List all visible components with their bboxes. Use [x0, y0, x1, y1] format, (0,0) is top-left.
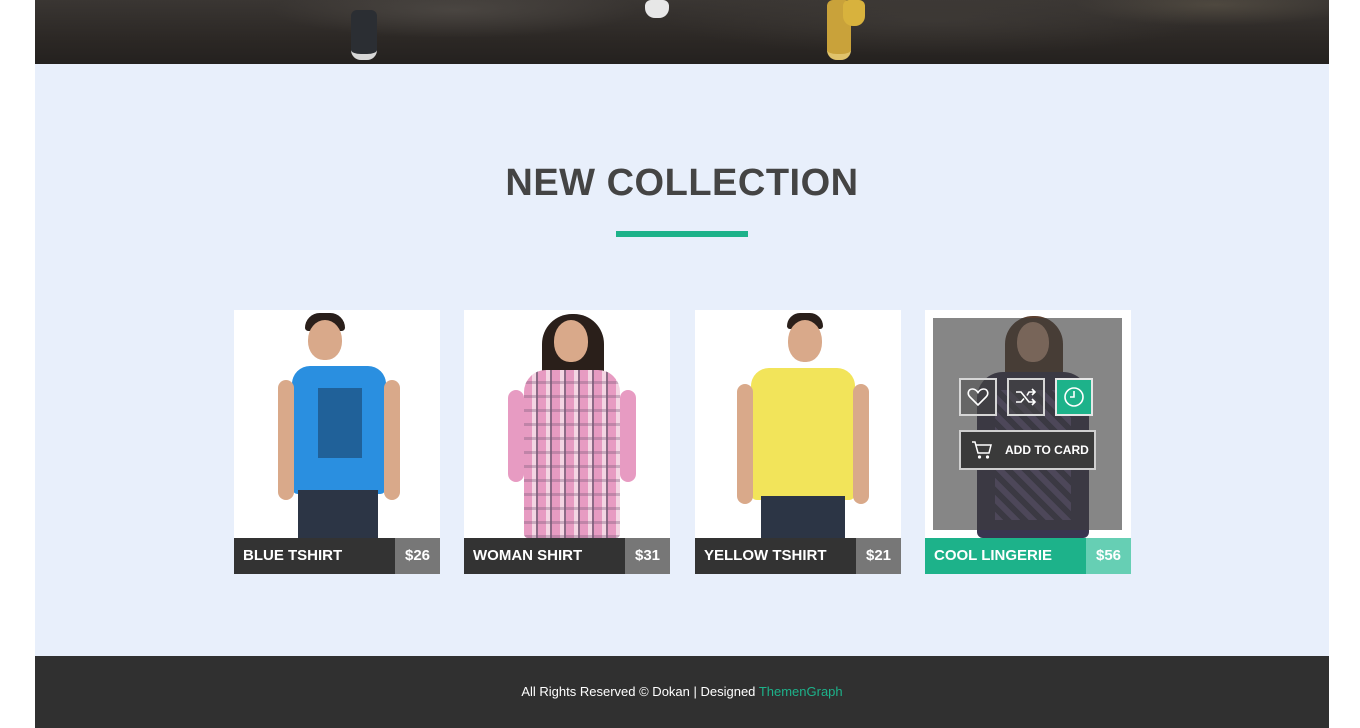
product-card[interactable]: WOMAN SHIRT $31	[464, 310, 670, 574]
cart-icon	[972, 441, 992, 459]
product-image[interactable]	[234, 310, 440, 538]
product-image[interactable]: ADD TO CARD	[925, 310, 1131, 538]
copyright-text: All Rights Reserved © Dokan | Designed T…	[35, 683, 1329, 701]
sneaker-image	[645, 0, 669, 18]
clock-icon	[1064, 387, 1084, 407]
add-to-cart-button[interactable]: ADD TO CARD	[959, 430, 1096, 470]
sneaker-image	[351, 10, 377, 60]
copyright-label: All Rights Reserved © Dokan | Designed	[521, 684, 756, 699]
product-name[interactable]: BLUE TSHIRT	[234, 538, 395, 574]
product-price: $26	[395, 538, 440, 574]
product-price: $31	[625, 538, 670, 574]
shuffle-icon	[1016, 388, 1037, 406]
section-title: NEW COLLECTION	[505, 162, 859, 204]
product-image[interactable]	[464, 310, 670, 538]
quick-view-button[interactable]	[1055, 378, 1093, 416]
page: NEW COLLECTION BLUE TSHIRT $26 WOMAN SHI…	[35, 0, 1329, 728]
designer-link[interactable]: ThemenGraph	[759, 684, 843, 699]
product-name[interactable]: COOL LINGERIE	[925, 538, 1086, 574]
product-card[interactable]: BLUE TSHIRT $26	[234, 310, 440, 574]
title-underline	[616, 231, 748, 237]
compare-button[interactable]	[1007, 378, 1045, 416]
footer: All Rights Reserved © Dokan | Designed T…	[35, 656, 1329, 728]
hero-banner-image	[35, 0, 1329, 64]
product-name[interactable]: WOMAN SHIRT	[464, 538, 625, 574]
wishlist-button[interactable]	[959, 378, 997, 416]
product-image[interactable]	[695, 310, 901, 538]
sneaker-image	[843, 0, 865, 26]
heart-icon	[967, 388, 989, 407]
product-price: $56	[1086, 538, 1131, 574]
product-card[interactable]: YELLOW TSHIRT $21	[695, 310, 901, 574]
add-to-cart-label: ADD TO CARD	[1005, 443, 1089, 457]
product-card[interactable]: ADD TO CARD COOL LINGERIE $56	[925, 310, 1131, 574]
product-name[interactable]: YELLOW TSHIRT	[695, 538, 856, 574]
product-hover-overlay: ADD TO CARD	[933, 318, 1122, 530]
product-price: $21	[856, 538, 901, 574]
new-collection-section: NEW COLLECTION BLUE TSHIRT $26 WOMAN SHI…	[35, 64, 1329, 656]
